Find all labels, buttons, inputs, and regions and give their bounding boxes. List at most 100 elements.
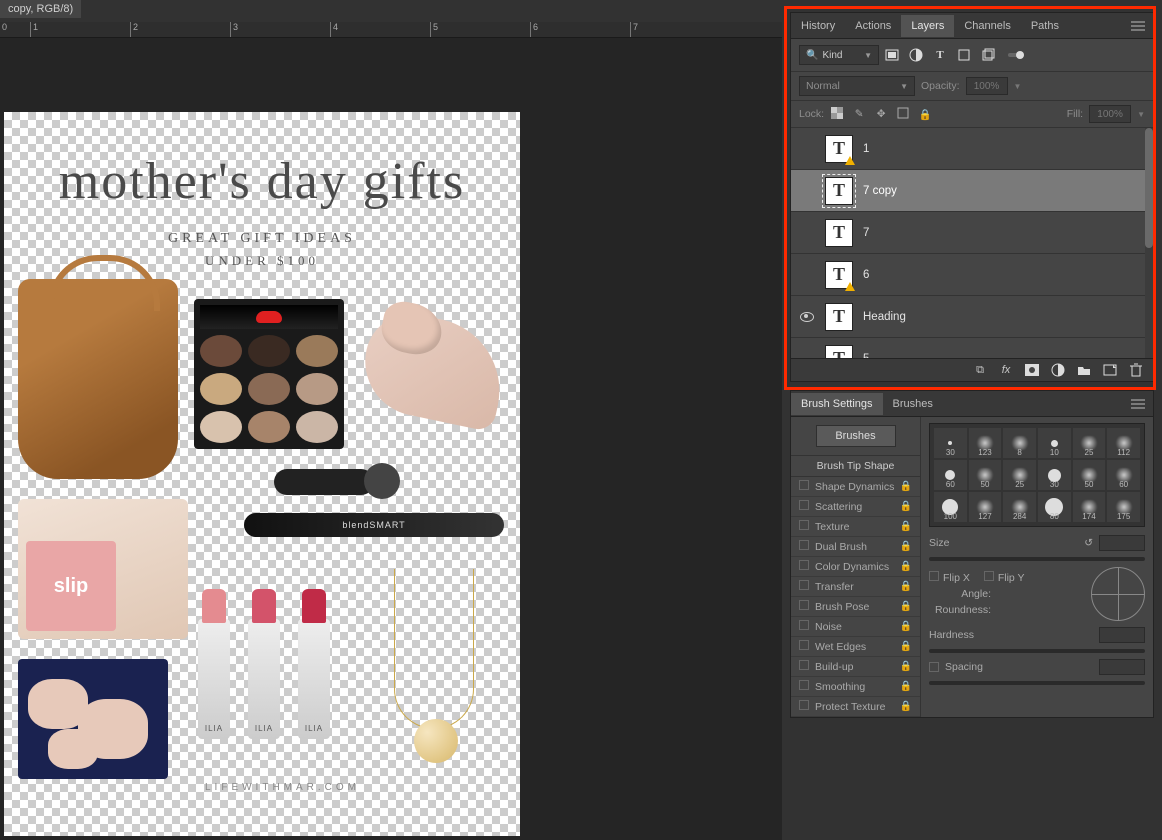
layer-name-label[interactable]: 5: [863, 353, 869, 359]
brush-preset[interactable]: 80: [1038, 492, 1071, 522]
layer-thumbnail[interactable]: T: [825, 219, 853, 247]
fill-input[interactable]: 100%: [1089, 105, 1131, 123]
brushes-preset-button[interactable]: Brushes: [816, 425, 896, 447]
lock-icon[interactable]: 🔒: [900, 661, 912, 672]
brush-preset-grid[interactable]: 3012381025112605025305060100127284801741…: [929, 423, 1145, 527]
layer-row[interactable]: T1: [791, 128, 1153, 170]
layer-thumbnail[interactable]: T: [825, 303, 853, 331]
layer-visibility-toggle[interactable]: [799, 351, 815, 359]
delete-layer-icon[interactable]: [1129, 363, 1143, 377]
tab-channels[interactable]: Channels: [954, 15, 1020, 37]
add-mask-icon[interactable]: [1025, 363, 1039, 377]
brush-option-row[interactable]: Smoothing🔒: [791, 677, 920, 697]
lock-icon[interactable]: 🔒: [900, 481, 912, 492]
layer-visibility-toggle[interactable]: [799, 183, 815, 199]
chevron-down-icon[interactable]: ▼: [1014, 82, 1022, 91]
lock-artboard-icon[interactable]: [896, 107, 910, 122]
layer-name-label[interactable]: 7 copy: [863, 185, 897, 197]
brush-option-row[interactable]: Wet Edges🔒: [791, 637, 920, 657]
layer-thumbnail[interactable]: T: [825, 135, 853, 163]
brush-preset[interactable]: 25: [1073, 428, 1106, 458]
brush-preset[interactable]: 8: [1003, 428, 1036, 458]
brush-preset[interactable]: 10: [1038, 428, 1071, 458]
lock-icon[interactable]: 🔒: [900, 641, 912, 652]
brush-preset[interactable]: 112: [1107, 428, 1140, 458]
spacing-slider[interactable]: [929, 681, 1145, 685]
tab-brush-settings[interactable]: Brush Settings: [791, 393, 883, 415]
option-checkbox[interactable]: [799, 700, 809, 710]
layer-thumbnail[interactable]: T: [825, 345, 853, 359]
filter-type-icon[interactable]: T: [933, 48, 947, 62]
new-layer-icon[interactable]: [1103, 363, 1117, 377]
brush-preset[interactable]: 50: [1073, 460, 1106, 490]
flipy-checkbox[interactable]: [984, 571, 994, 581]
layer-thumbnail[interactable]: T: [825, 177, 853, 205]
layer-visibility-toggle[interactable]: [799, 141, 815, 157]
option-checkbox[interactable]: [799, 500, 809, 510]
reset-size-icon[interactable]: ↺: [1084, 537, 1093, 549]
brush-option-row[interactable]: Protect Texture🔒: [791, 697, 920, 717]
brush-preset[interactable]: 100: [934, 492, 967, 522]
layer-row[interactable]: T5: [791, 338, 1153, 358]
chevron-down-icon[interactable]: ▼: [1137, 110, 1145, 119]
brush-preset[interactable]: 123: [969, 428, 1002, 458]
layer-name-label[interactable]: Heading: [863, 311, 906, 323]
spacing-input[interactable]: [1099, 659, 1145, 675]
brush-preset[interactable]: 284: [1003, 492, 1036, 522]
lock-position-icon[interactable]: ✥: [874, 108, 888, 120]
option-checkbox[interactable]: [799, 540, 809, 550]
size-slider[interactable]: [929, 557, 1145, 561]
brush-preset[interactable]: 127: [969, 492, 1002, 522]
lock-icon[interactable]: 🔒: [900, 621, 912, 632]
layer-name-label[interactable]: 1: [863, 143, 869, 155]
link-layers-icon[interactable]: ⧉: [973, 363, 987, 377]
brush-option-row[interactable]: Brush Pose🔒: [791, 597, 920, 617]
filter-pixel-icon[interactable]: [885, 48, 899, 62]
brush-preset[interactable]: 50: [969, 460, 1002, 490]
layer-thumbnail[interactable]: T: [825, 261, 853, 289]
spacing-checkbox[interactable]: [929, 662, 939, 672]
tab-brushes[interactable]: Brushes: [883, 393, 943, 415]
layer-filter-kind-dropdown[interactable]: 🔍 Kind ▼: [799, 45, 879, 65]
canvas-viewport[interactable]: mother's day gifts GREAT GIFT IDEAS UNDE…: [0, 38, 782, 840]
brush-preset[interactable]: 25: [1003, 460, 1036, 490]
panel-menu-icon[interactable]: [1123, 399, 1153, 409]
brush-option-row[interactable]: Dual Brush🔒: [791, 537, 920, 557]
layer-row[interactable]: T Heading: [791, 296, 1153, 338]
option-checkbox[interactable]: [799, 560, 809, 570]
lock-icon[interactable]: 🔒: [900, 601, 912, 612]
lock-icon[interactable]: 🔒: [900, 561, 912, 572]
brush-preset[interactable]: 60: [934, 460, 967, 490]
brush-preset[interactable]: 174: [1073, 492, 1106, 522]
tab-history[interactable]: History: [791, 15, 845, 37]
layers-scrollbar[interactable]: [1145, 128, 1153, 358]
option-checkbox[interactable]: [799, 580, 809, 590]
flipx-checkbox[interactable]: [929, 571, 939, 581]
brush-option-row[interactable]: Noise🔒: [791, 617, 920, 637]
brush-option-row[interactable]: Transfer🔒: [791, 577, 920, 597]
layer-fx-icon[interactable]: fx: [999, 363, 1013, 377]
brush-option-row[interactable]: Scattering🔒: [791, 497, 920, 517]
option-checkbox[interactable]: [799, 640, 809, 650]
option-checkbox[interactable]: [799, 660, 809, 670]
scrollbar-thumb[interactable]: [1145, 128, 1153, 248]
filter-shape-icon[interactable]: [957, 48, 971, 62]
new-adjustment-icon[interactable]: [1051, 363, 1065, 377]
lock-pixels-icon[interactable]: ✎: [852, 108, 866, 120]
brush-preset[interactable]: 30: [1038, 460, 1071, 490]
filter-smartobject-icon[interactable]: [981, 48, 995, 62]
layer-row[interactable]: T 7 copy: [791, 170, 1153, 212]
opacity-input[interactable]: 100%: [966, 77, 1008, 95]
layer-list[interactable]: T1T7 copyT7T6THeadingT5: [791, 128, 1153, 358]
tab-layers[interactable]: Layers: [901, 15, 954, 37]
layer-visibility-toggle[interactable]: [799, 309, 815, 325]
lock-icon[interactable]: 🔒: [900, 581, 912, 592]
layer-name-label[interactable]: 7: [863, 227, 869, 239]
tab-actions[interactable]: Actions: [845, 15, 901, 37]
filter-toggle-switch[interactable]: [1009, 48, 1023, 62]
hardness-slider[interactable]: [929, 649, 1145, 653]
brush-tip-shape-header[interactable]: Brush Tip Shape: [791, 455, 920, 477]
brush-option-row[interactable]: Shape Dynamics🔒: [791, 477, 920, 497]
option-checkbox[interactable]: [799, 520, 809, 530]
document-canvas[interactable]: mother's day gifts GREAT GIFT IDEAS UNDE…: [4, 112, 520, 836]
